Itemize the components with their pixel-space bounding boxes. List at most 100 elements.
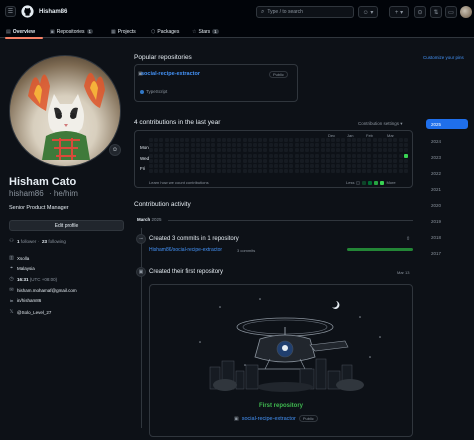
contribution-day xyxy=(315,164,320,168)
tab-overview[interactable]: ▤ Overview xyxy=(6,27,35,36)
contribution-settings-button[interactable]: Contribution settings ▾ xyxy=(358,121,403,127)
linkedin-item[interactable]: in in/hisham86 xyxy=(9,298,42,303)
year-2018-button[interactable]: 2018 xyxy=(426,232,468,242)
contribution-day xyxy=(185,164,190,168)
contribution-day xyxy=(315,143,320,148)
create-new-button[interactable]: + ▾ xyxy=(389,6,409,18)
contribution-day xyxy=(279,148,283,153)
year-2021-button[interactable]: 2021 xyxy=(426,184,468,194)
status-emoji-button[interactable]: ☺ xyxy=(109,144,121,156)
contribution-day xyxy=(154,153,159,158)
contribution-day xyxy=(216,148,221,153)
tab-packages[interactable]: ⬡ Packages xyxy=(151,27,179,36)
contribution-day xyxy=(206,148,211,153)
tab-stars[interactable]: ☆ Stars 1 xyxy=(192,27,219,36)
contribution-day xyxy=(154,148,159,153)
contribution-day xyxy=(320,148,325,153)
contribution-day xyxy=(242,148,247,153)
legend-level-2 xyxy=(368,180,373,185)
year-2020-button[interactable]: 2020 xyxy=(426,200,468,210)
expand-icon[interactable]: ⇳ xyxy=(406,236,410,242)
location-item: ⌖ Malaysia xyxy=(10,265,35,271)
contribution-day xyxy=(310,143,315,148)
contribution-day xyxy=(185,158,190,163)
contribution-day xyxy=(268,143,273,148)
contribution-day xyxy=(398,148,403,153)
contribution-day xyxy=(284,164,289,168)
year-2025-button[interactable]: 2025 xyxy=(426,119,468,129)
customize-pins-link[interactable]: Customize your pins xyxy=(423,55,464,60)
issues-icon[interactable]: ⊙ xyxy=(414,6,426,18)
contribution-day xyxy=(284,169,289,174)
contribution-day xyxy=(164,143,169,148)
x-account-item[interactable]: 𝕏 @Solo_Level_27 xyxy=(9,309,51,315)
contribution-day xyxy=(305,164,309,168)
commits-summary[interactable]: Created 3 commits in 1 repository xyxy=(149,236,239,242)
contribution-day xyxy=(227,153,231,158)
year-2019-button[interactable]: 2019 xyxy=(426,216,468,226)
tab-repositories[interactable]: ▣ Repositories 1 xyxy=(50,27,94,36)
contribution-day xyxy=(279,158,283,163)
contribution-day xyxy=(237,158,242,163)
contribution-day xyxy=(341,153,346,158)
contribution-day xyxy=(154,169,159,174)
first-repo-card: First repository ▣ social-recipe-extract… xyxy=(149,284,413,437)
contribution-day xyxy=(362,148,367,153)
year-2017-button[interactable]: 2017 xyxy=(426,248,468,258)
contribution-day xyxy=(169,153,174,158)
commit-repo-link[interactable]: Hisham86/social-recipe-extractor xyxy=(149,247,222,253)
edit-profile-button[interactable]: Edit profile xyxy=(9,220,124,231)
notifications-icon[interactable]: ▭ xyxy=(445,6,457,18)
contribution-day xyxy=(403,148,408,153)
legend-level-4 xyxy=(380,180,385,185)
tab-projects[interactable]: ▦ Projects xyxy=(111,27,136,36)
stars-count: 1 xyxy=(212,29,219,34)
contribution-day xyxy=(325,164,330,168)
first-repo-link[interactable]: social-recipe-extractor xyxy=(242,416,296,422)
contribution-day xyxy=(195,138,200,142)
repo-icon: ▣ xyxy=(50,28,55,35)
contribution-day xyxy=(284,138,289,142)
contribution-day xyxy=(284,153,289,158)
package-icon: ⬡ xyxy=(151,28,156,35)
github-logo-icon[interactable] xyxy=(21,5,34,18)
contribution-day xyxy=(398,158,403,163)
contribution-day xyxy=(247,158,252,163)
contribution-day xyxy=(247,148,252,153)
contribution-day xyxy=(377,169,382,174)
following-link[interactable]: 23 following xyxy=(42,239,66,244)
contribution-day xyxy=(221,169,226,174)
contribution-day xyxy=(268,169,273,174)
followers-link[interactable]: 1 follower · xyxy=(17,239,39,244)
contribution-day xyxy=(221,164,226,168)
contribution-day xyxy=(258,164,263,168)
pull-requests-icon[interactable]: ⇅ xyxy=(430,6,442,18)
contribution-day xyxy=(227,148,231,153)
contribution-day xyxy=(310,148,315,153)
calendar-legend: Less More xyxy=(346,180,396,185)
search-input[interactable]: ⌕ Type / to search xyxy=(256,6,354,18)
contribution-day xyxy=(169,169,174,174)
contribution-day xyxy=(175,138,179,142)
contribution-day xyxy=(154,158,159,163)
year-2024-button[interactable]: 2024 xyxy=(426,136,468,146)
month-divider xyxy=(168,220,413,221)
year-2023-button[interactable]: 2023 xyxy=(426,152,468,162)
contribution-day xyxy=(294,143,299,148)
contribution-day xyxy=(346,153,351,158)
header-username[interactable]: Hisham86 xyxy=(39,9,67,15)
contribution-day xyxy=(320,153,325,158)
copilot-button[interactable]: ☺ ▾ xyxy=(358,6,378,18)
pinned-repo-name[interactable]: social-recipe-extractor xyxy=(141,71,200,77)
email-item[interactable]: ✉ hisham.mohamaf@gmail.com xyxy=(9,287,76,293)
menu-button[interactable]: ☰ xyxy=(5,6,16,17)
contribution-day xyxy=(159,158,164,163)
contribution-day xyxy=(403,138,408,142)
year-2022-button[interactable]: 2022 xyxy=(426,168,468,178)
user-avatar[interactable] xyxy=(460,6,472,18)
repo-icon: ▣ xyxy=(234,415,239,422)
contribution-day xyxy=(216,138,221,142)
learn-contributions-link[interactable]: Learn how we count contributions xyxy=(149,180,209,185)
profile-bio: Senior Product Manager xyxy=(9,205,69,211)
contribution-day xyxy=(362,169,367,174)
